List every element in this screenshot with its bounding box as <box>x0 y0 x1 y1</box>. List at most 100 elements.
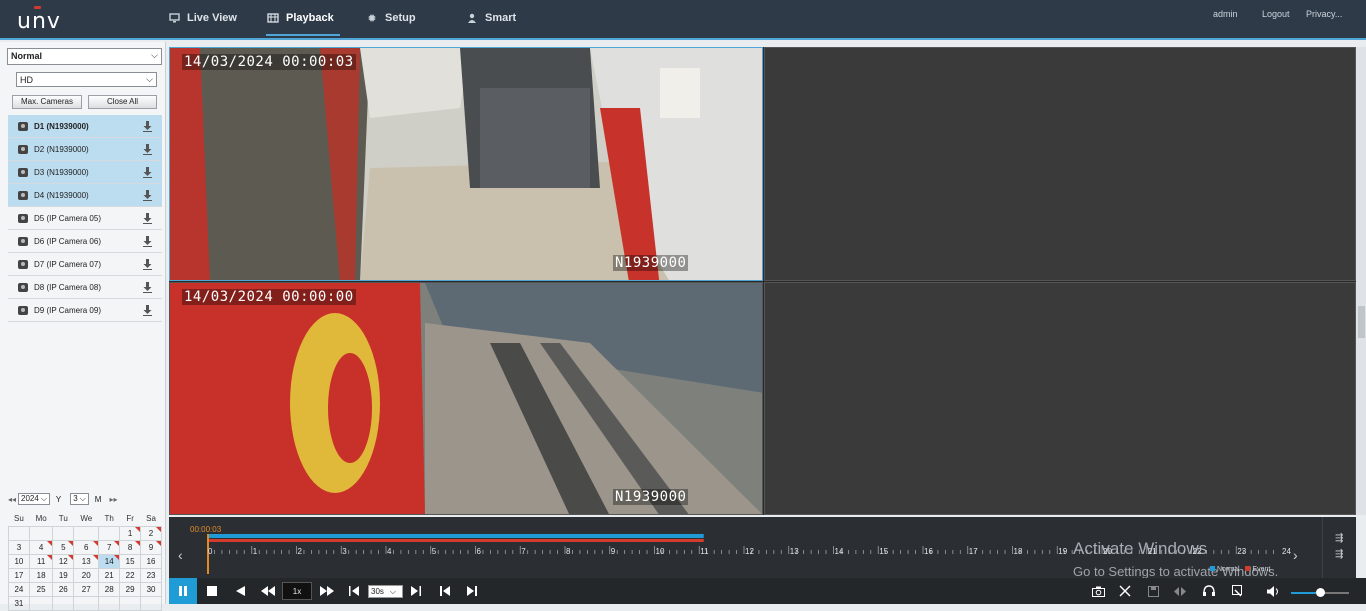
mute-button[interactable] <box>1265 582 1281 600</box>
audio-talk-button[interactable] <box>1201 582 1217 600</box>
calendar-day[interactable]: 8 <box>119 539 142 555</box>
weekday-header: Su <box>8 512 30 527</box>
camera-item-d8[interactable]: D8 (IP Camera 08) <box>8 276 162 299</box>
calendar-day[interactable]: 6 <box>73 539 100 555</box>
calendar-day[interactable]: 11 <box>28 553 54 569</box>
volume-knob[interactable] <box>1316 588 1325 597</box>
calendar-day[interactable]: 20 <box>73 567 100 583</box>
video-pane-1[interactable]: 14/03/2024 00:00:03 N1939000 <box>169 47 763 281</box>
download-icon[interactable] <box>143 144 152 155</box>
video-pane-4[interactable] <box>764 282 1356 515</box>
frame-forward-button[interactable] <box>465 582 479 600</box>
max-cameras-button[interactable]: Max. Cameras <box>12 95 82 109</box>
timeline-hour-label: 12 <box>745 547 754 556</box>
speed-up-button[interactable] <box>318 582 336 600</box>
calendar-day[interactable]: 15 <box>119 553 142 569</box>
skip-back-button[interactable] <box>347 582 361 600</box>
calendar-day[interactable]: 21 <box>98 567 121 583</box>
next-month-icon[interactable]: ▸▸ <box>109 495 117 504</box>
pane-3-timestamp: 14/03/2024 00:00:00 <box>182 289 356 305</box>
calendar-day[interactable]: 18 <box>28 567 54 583</box>
slow-down-button[interactable] <box>259 582 277 600</box>
download-icon[interactable] <box>143 213 152 224</box>
reverse-play-button[interactable] <box>233 582 247 600</box>
calendar-day[interactable]: 4 <box>28 539 54 555</box>
download-icon[interactable] <box>143 167 152 178</box>
tag-button[interactable] <box>1230 582 1246 600</box>
camera-item-d4[interactable]: D4 (N1939000) <box>8 184 162 207</box>
skip-forward-button[interactable] <box>409 582 423 600</box>
calendar-day[interactable]: 31 <box>8 595 30 611</box>
zoom-out-icon[interactable]: ⇶ <box>1335 549 1343 560</box>
pause-button[interactable] <box>169 578 197 604</box>
timeline-prev-icon[interactable]: ‹ <box>178 547 183 563</box>
camera-icon <box>18 121 28 131</box>
calendar-day[interactable]: 7 <box>98 539 121 555</box>
download-icon[interactable] <box>143 305 152 316</box>
frame-back-button[interactable] <box>438 582 452 600</box>
calendar-day[interactable]: 12 <box>52 553 75 569</box>
video-pane-2[interactable] <box>764 47 1356 281</box>
stop-button[interactable] <box>205 582 219 600</box>
calendar-day[interactable]: 3 <box>8 539 30 555</box>
download-icon[interactable] <box>143 190 152 201</box>
camera-item-d9[interactable]: D9 (IP Camera 09) <box>8 299 162 322</box>
download-icon[interactable] <box>143 236 152 247</box>
nav-live-view[interactable]: Live View <box>167 12 237 36</box>
calendar-day[interactable]: 17 <box>8 567 30 583</box>
close-all-button[interactable]: Close All <box>88 95 157 109</box>
calendar-day[interactable]: 19 <box>52 567 75 583</box>
calendar-day[interactable]: 13 <box>73 553 100 569</box>
download-icon[interactable] <box>143 259 152 270</box>
calendar-day[interactable]: 27 <box>73 581 100 597</box>
nav-smart[interactable]: Smart <box>465 12 516 36</box>
save-clip-button[interactable] <box>1145 582 1161 600</box>
view-mode-select[interactable]: Normal ⌵ <box>7 48 162 65</box>
camera-item-d7[interactable]: D7 (IP Camera 07) <box>8 253 162 276</box>
calendar-day[interactable]: 2 <box>140 525 162 541</box>
calendar-day[interactable]: 29 <box>119 581 142 597</box>
camera-item-d2[interactable]: D2 (N1939000) <box>8 138 162 161</box>
stream-select[interactable]: HD ⌵ <box>16 72 157 87</box>
clip-button[interactable] <box>1117 582 1133 600</box>
download-icon[interactable] <box>143 282 152 293</box>
digital-zoom-button[interactable] <box>1172 582 1188 600</box>
calendar-day[interactable]: 9 <box>140 539 162 555</box>
timeline-hour-label: 0 <box>208 547 213 556</box>
calendar-week: 3456789 <box>8 539 162 555</box>
calendar-day[interactable]: 10 <box>8 553 30 569</box>
camera-item-d6[interactable]: D6 (IP Camera 06) <box>8 230 162 253</box>
timeline-next-icon[interactable]: › <box>1293 547 1298 563</box>
calendar-day[interactable]: 5 <box>52 539 75 555</box>
calendar-header: ◂◂ 2024 ⌵ Y 3 ⌵ M ▸▸ <box>8 490 162 508</box>
logout-link[interactable]: Logout <box>1262 9 1290 19</box>
interval-select[interactable]: 30s ⌵ <box>368 585 403 598</box>
privacy-link[interactable]: Privacy... <box>1306 9 1342 19</box>
zoom-in-icon[interactable]: ⇶ <box>1335 533 1343 544</box>
month-select[interactable]: 3 ⌵ <box>70 493 89 505</box>
prev-year-icon[interactable]: ◂◂ <box>8 495 16 504</box>
year-value: 2024 <box>21 494 39 503</box>
calendar-day[interactable]: 24 <box>8 581 30 597</box>
nav-playback[interactable]: Playback <box>266 12 340 36</box>
panel-collapse-handle[interactable] <box>1358 306 1365 338</box>
calendar-empty-cell <box>98 525 121 541</box>
nav-setup[interactable]: ✹ Setup <box>365 12 415 36</box>
download-icon[interactable] <box>143 121 152 132</box>
camera-item-d5[interactable]: D5 (IP Camera 05) <box>8 207 162 230</box>
calendar-day[interactable]: 22 <box>119 567 142 583</box>
calendar-day[interactable]: 28 <box>98 581 121 597</box>
year-select[interactable]: 2024 ⌵ <box>18 493 50 505</box>
user-name-link[interactable]: admin <box>1213 9 1238 19</box>
camera-item-d1[interactable]: D1 (N1939000) <box>8 115 162 138</box>
calendar-day[interactable]: 14 <box>98 553 121 569</box>
calendar-day[interactable]: 25 <box>28 581 54 597</box>
calendar-day[interactable]: 16 <box>140 553 162 569</box>
calendar-day[interactable]: 30 <box>140 581 162 597</box>
calendar-day[interactable]: 23 <box>140 567 162 583</box>
video-pane-3[interactable]: 14/03/2024 00:00:00 N1939000 <box>169 282 763 515</box>
camera-item-d3[interactable]: D3 (N1939000) <box>8 161 162 184</box>
calendar-day[interactable]: 1 <box>119 525 142 541</box>
calendar-day[interactable]: 26 <box>52 581 75 597</box>
snapshot-button[interactable] <box>1090 582 1106 600</box>
